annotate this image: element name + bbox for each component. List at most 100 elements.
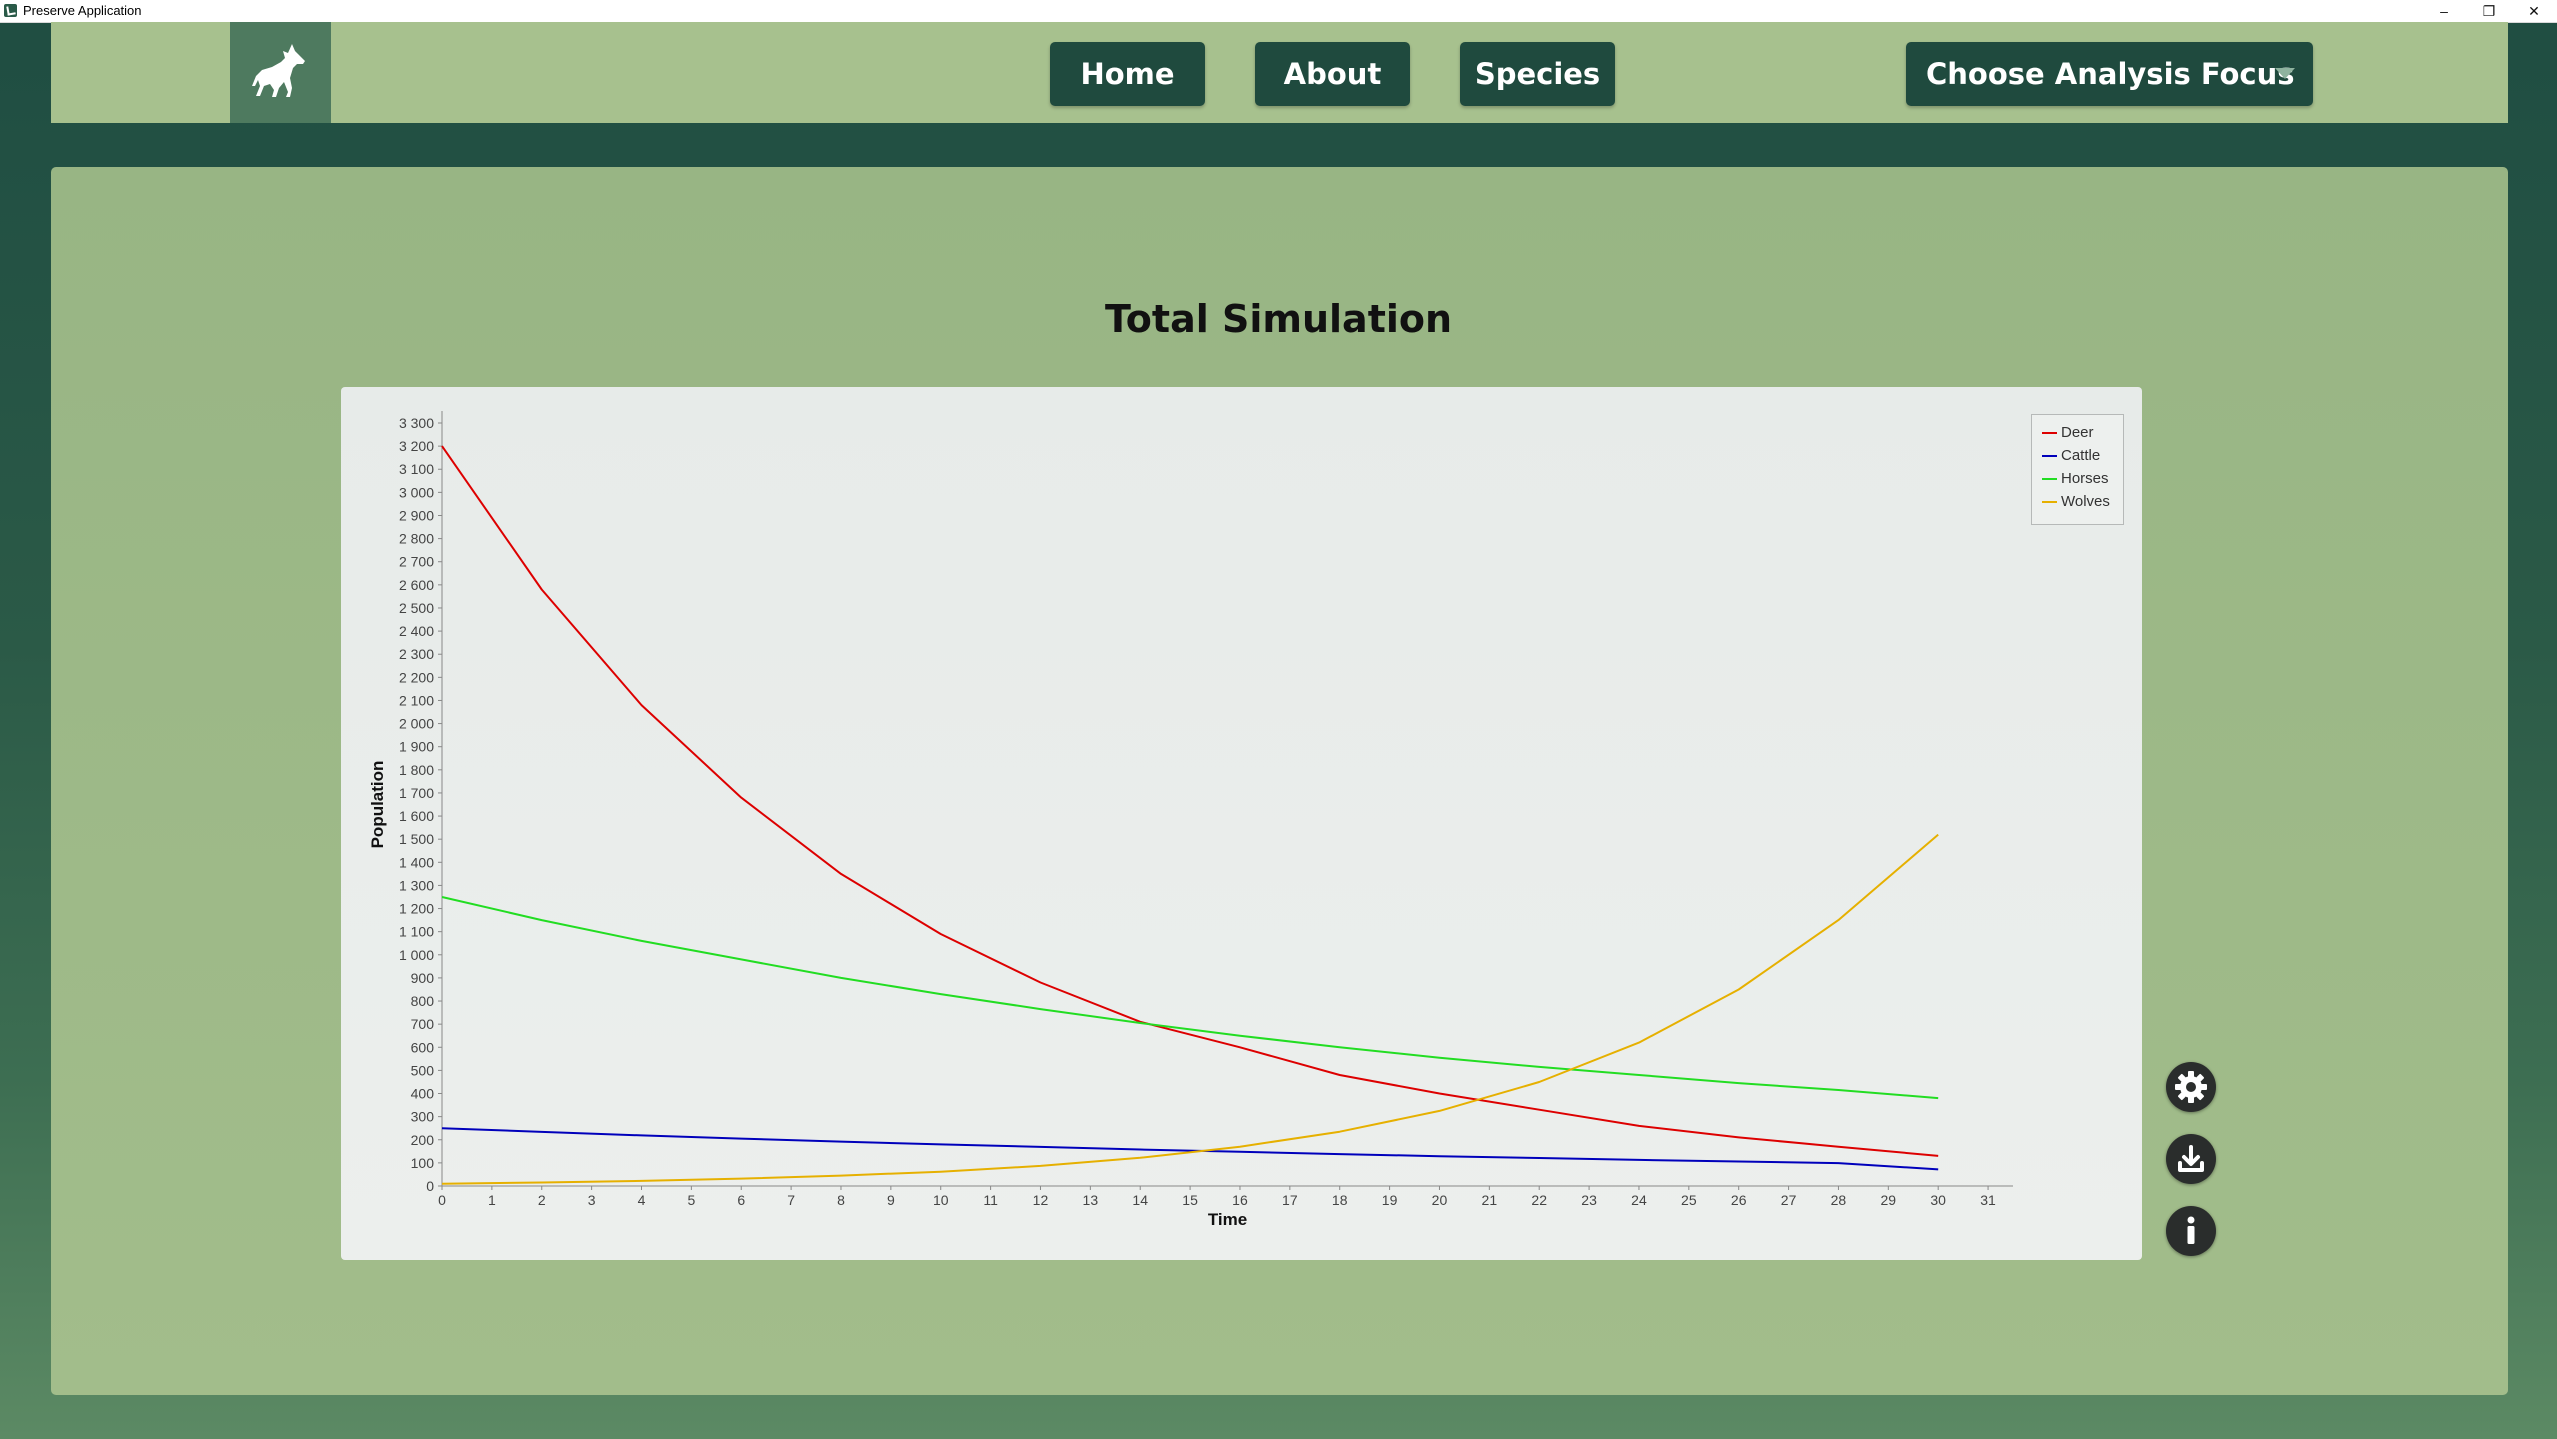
x-tick-label: 28 (1831, 1192, 1847, 1208)
y-tick-label: 0 (426, 1178, 434, 1194)
minimize-icon[interactable]: – (2424, 0, 2464, 22)
y-tick-label: 3 100 (399, 461, 434, 477)
x-tick-label: 12 (1033, 1192, 1049, 1208)
y-tick-label: 2 600 (399, 577, 434, 593)
y-tick-label: 500 (411, 1062, 435, 1078)
about-button[interactable]: About (1255, 42, 1410, 106)
logo[interactable] (230, 22, 331, 123)
chart-legend: Deer Cattle Horses Wolves (2031, 414, 2124, 525)
y-tick-label: 1 200 (399, 901, 434, 917)
navbar: Home About Species Choose Analysis Focus (51, 22, 2508, 123)
x-tick-label: 11 (983, 1192, 998, 1208)
x-tick-label: 19 (1382, 1192, 1398, 1208)
window-titlebar: Preserve Application – ❐ ✕ (0, 0, 2557, 23)
x-tick-label: 2 (538, 1192, 546, 1208)
y-tick-label: 700 (411, 1016, 435, 1032)
y-tick-label: 2 800 (399, 531, 434, 547)
x-tick-label: 15 (1182, 1192, 1198, 1208)
y-tick-label: 2 500 (399, 600, 434, 616)
legend-label: Horses (2061, 470, 2109, 487)
series-line-wolves (441, 833, 1939, 1185)
y-tick-label: 1 600 (399, 808, 434, 824)
analysis-focus-label: Choose Analysis Focus (1926, 57, 2295, 91)
y-tick-label: 3 000 (399, 484, 434, 500)
x-tick-label: 25 (1681, 1192, 1697, 1208)
y-tick-label: 2 200 (399, 669, 434, 685)
y-tick-label: 300 (411, 1109, 435, 1125)
gear-icon (2175, 1071, 2207, 1103)
info-button[interactable] (2166, 1206, 2216, 1256)
x-tick-label: 10 (933, 1192, 949, 1208)
home-button[interactable]: Home (1050, 42, 1205, 106)
y-tick-label: 1 300 (399, 877, 434, 893)
y-tick-label: 200 (411, 1132, 435, 1148)
y-tick-label: 2 100 (399, 692, 434, 708)
y-tick-label: 1 900 (399, 739, 434, 755)
y-tick-label: 1 400 (399, 854, 434, 870)
x-tick-label: 14 (1132, 1192, 1148, 1208)
page-title: Total Simulation (1104, 297, 1453, 341)
y-tick-label: 2 400 (399, 623, 434, 639)
x-tick-label: 7 (787, 1192, 795, 1208)
y-tick-label: 3 300 (399, 415, 434, 431)
x-tick-label: 26 (1731, 1192, 1747, 1208)
y-axis-label: Population (368, 761, 387, 849)
y-tick-label: 400 (411, 1086, 435, 1102)
y-tick-label: 2 000 (399, 716, 434, 732)
legend-swatch (2042, 454, 2057, 457)
legend-swatch (2042, 500, 2057, 503)
x-tick-label: 31 (1980, 1192, 1996, 1208)
legend-swatch (2042, 431, 2057, 434)
x-tick-label: 16 (1232, 1192, 1248, 1208)
analysis-focus-dropdown[interactable]: Choose Analysis Focus (1906, 42, 2313, 106)
y-tick-label: 2 700 (399, 554, 434, 570)
x-tick-label: 18 (1332, 1192, 1348, 1208)
restore-icon[interactable]: ❐ (2469, 0, 2509, 22)
download-icon (2178, 1145, 2204, 1172)
x-tick-label: 22 (1531, 1192, 1547, 1208)
x-tick-label: 20 (1432, 1192, 1448, 1208)
y-tick-label: 600 (411, 1039, 435, 1055)
x-tick-label: 4 (638, 1192, 646, 1208)
legend-item-deer: Deer (2032, 421, 2123, 444)
info-icon (2187, 1216, 2195, 1244)
x-tick-label: 24 (1631, 1192, 1647, 1208)
x-tick-label: 3 (588, 1192, 596, 1208)
x-tick-label: 17 (1282, 1192, 1298, 1208)
x-tick-label: 5 (687, 1192, 695, 1208)
x-axis-label: Time (1208, 1210, 1247, 1229)
close-icon[interactable]: ✕ (2514, 0, 2554, 22)
x-tick-label: 30 (1930, 1192, 1946, 1208)
y-tick-label: 800 (411, 993, 435, 1009)
chart-card: 0 100 200 300 400 500 600 700 800 900 1 000 1 100 1 … (341, 387, 2142, 1260)
x-tick-label: 8 (837, 1192, 845, 1208)
x-tick-label: 23 (1581, 1192, 1597, 1208)
x-tick-label: 6 (737, 1192, 745, 1208)
series-line-deer (441, 445, 1939, 1157)
legend-swatch (2042, 477, 2057, 480)
y-tick-label: 1 800 (399, 762, 434, 778)
legend-item-wolves: Wolves (2032, 490, 2123, 513)
download-button[interactable] (2166, 1134, 2216, 1184)
x-tick-label: 21 (1482, 1192, 1498, 1208)
x-tick-label: 29 (1881, 1192, 1897, 1208)
x-tick-label: 9 (887, 1192, 895, 1208)
legend-label: Deer (2061, 424, 2094, 441)
settings-button[interactable] (2166, 1062, 2216, 1112)
y-tick-label: 1 100 (399, 924, 434, 940)
x-tick-label: 0 (438, 1192, 446, 1208)
window-title: Preserve Application (23, 3, 142, 18)
legend-item-cattle: Cattle (2032, 444, 2123, 467)
y-tick-label: 100 (411, 1155, 435, 1171)
y-tick-label: 1 500 (399, 831, 434, 847)
y-tick-label: 2 300 (399, 646, 434, 662)
chevron-down-icon (2275, 68, 2295, 79)
series-line-horses (441, 896, 1939, 1100)
legend-item-horses: Horses (2032, 467, 2123, 490)
legend-label: Wolves (2061, 493, 2110, 510)
y-tick-label: 2 900 (399, 507, 434, 523)
y-tick-label: 900 (411, 970, 435, 986)
species-button[interactable]: Species (1460, 42, 1615, 106)
y-tick-label: 3 200 (399, 438, 434, 454)
x-tick-label: 27 (1781, 1192, 1797, 1208)
